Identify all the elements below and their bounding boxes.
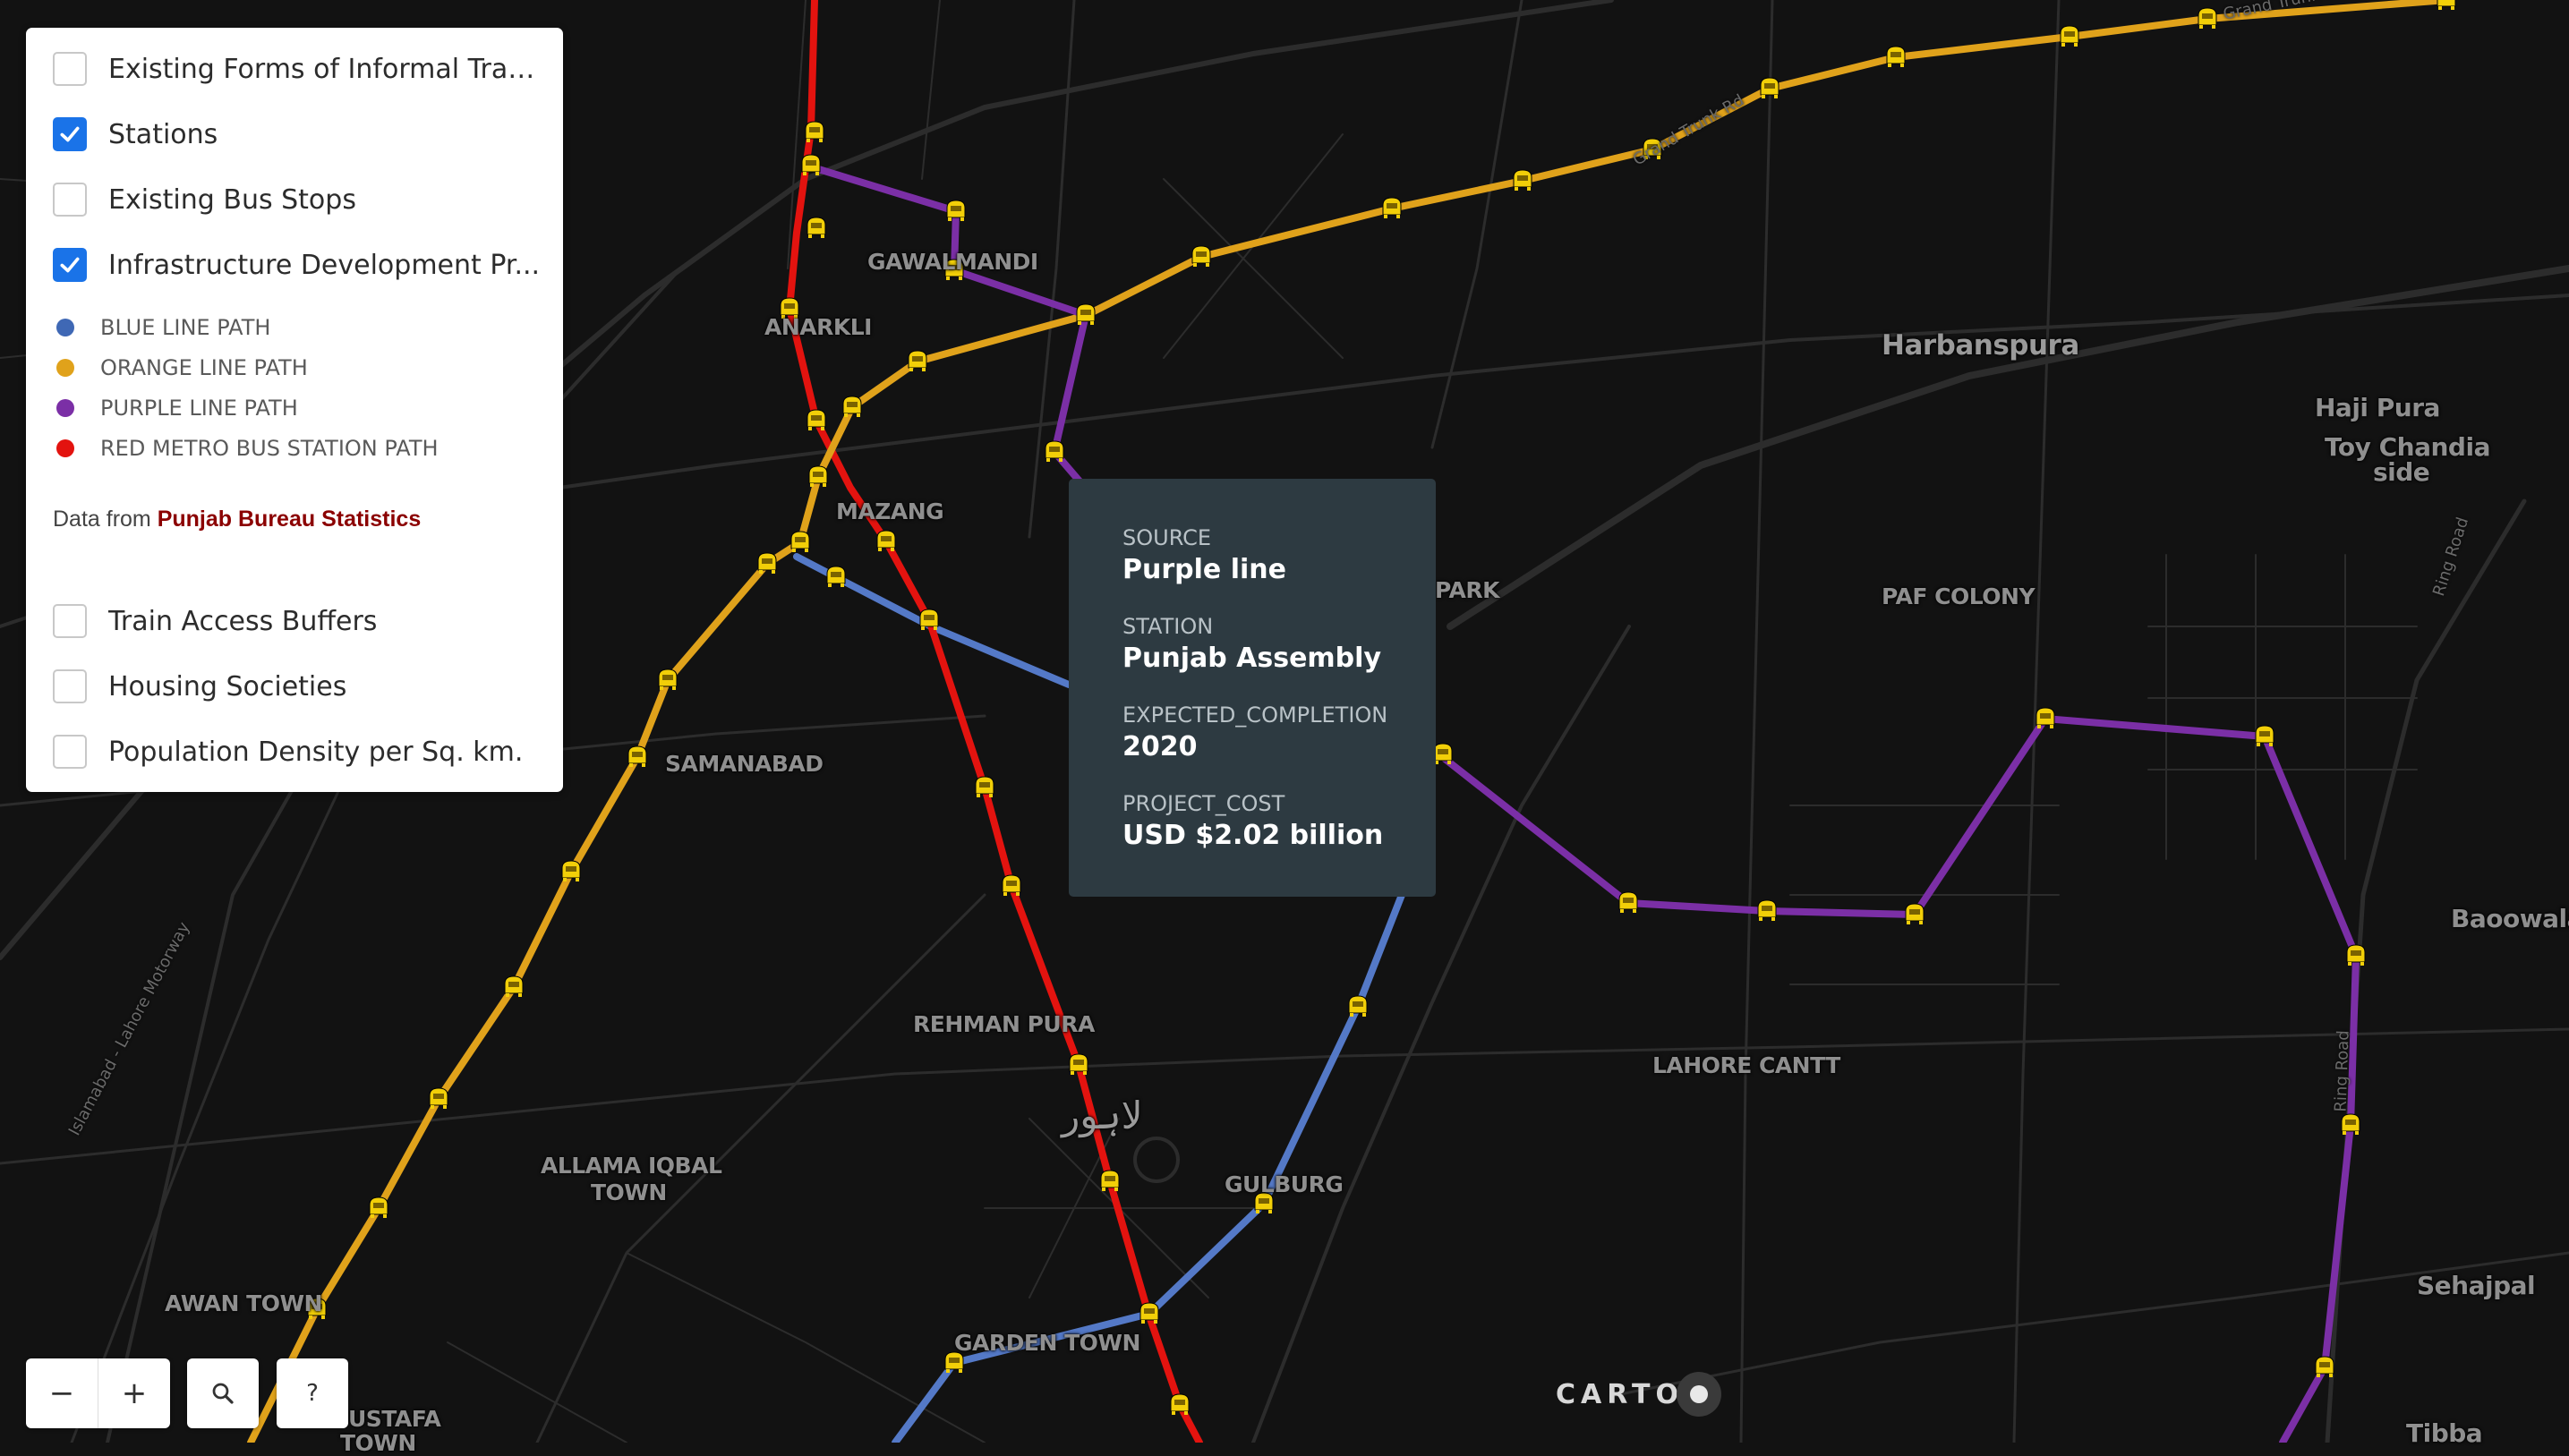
credit-prefix: Data from [53, 507, 151, 532]
layer-toggle-housing-societies[interactable]: Housing Societies [53, 669, 346, 703]
checkbox[interactable] [53, 735, 87, 769]
checkbox[interactable] [53, 604, 87, 638]
search-button[interactable] [187, 1358, 259, 1428]
checkbox[interactable] [53, 52, 87, 86]
place-label-lahore-cantt: LAHORE CANTT [1652, 1052, 1840, 1078]
checkbox-checked[interactable] [53, 248, 87, 282]
zoom-in-button[interactable]: + [98, 1358, 170, 1428]
legend-key-orange-line: ORANGE LINE PATH [56, 355, 308, 380]
checkbox[interactable] [53, 669, 87, 703]
layer-toggle-infrastructure[interactable]: Infrastructure Development Pr... [53, 248, 540, 282]
tooltip-value-cost: USD $2.02 billion [1122, 820, 1384, 851]
place-label-anarkli: ANARKLI [764, 314, 872, 340]
place-label-mustafa: USTAFA [348, 1406, 441, 1432]
layer-toggle-train-access-buffers[interactable]: Train Access Buffers [53, 604, 377, 638]
layer-toggle-informal-transport[interactable]: Existing Forms of Informal Tran... [53, 52, 545, 86]
place-label-paf-colony: PAF COLONY [1882, 583, 2036, 609]
carto-wordmark: CARTO [1556, 1378, 1684, 1410]
place-label-mazang: MAZANG [836, 498, 944, 524]
layer-toggle-stations[interactable]: Stations [53, 117, 218, 151]
place-label-toy-chandia-side: side [2373, 457, 2430, 487]
legend-key-label: ORANGE LINE PATH [100, 355, 308, 380]
tooltip-value-completion: 2020 [1122, 731, 1198, 762]
layer-label: Stations [108, 118, 218, 150]
layer-toggle-bus-stops[interactable]: Existing Bus Stops [53, 183, 356, 217]
legend-key-label: BLUE LINE PATH [100, 315, 271, 340]
carto-logo-icon [1676, 1372, 1721, 1417]
legend-key-purple-line: PURPLE LINE PATH [56, 396, 298, 421]
place-label-baoowala: Baoowala [2451, 904, 2569, 933]
layer-label: Existing Forms of Informal Tran... [108, 53, 545, 85]
layer-toggle-population-density[interactable]: Population Density per Sq. km. [53, 735, 523, 769]
layer-label: Train Access Buffers [108, 605, 378, 637]
legend-dot [56, 319, 74, 336]
layer-label: Population Density per Sq. km. [108, 736, 524, 768]
place-label-harbanspura: Harbanspura [1882, 329, 2079, 362]
place-label-allama-iqbal: ALLAMA IQBAL [541, 1153, 722, 1179]
help-button[interactable]: ? [277, 1358, 348, 1428]
legend-dot [56, 359, 74, 377]
plus-icon: + [121, 1375, 148, 1411]
legend-dot [56, 399, 74, 417]
layer-label: Housing Societies [108, 670, 347, 702]
minus-icon: − [48, 1375, 75, 1411]
legend-key-red-line: RED METRO BUS STATION PATH [56, 436, 439, 461]
place-label-allama-iqbal-town: TOWN [591, 1179, 667, 1205]
legend-dot [56, 439, 74, 457]
tooltip-key-source: SOURCE [1122, 525, 1212, 550]
place-label-lahore-urdu: لاہور [1062, 1094, 1143, 1137]
credit-link[interactable]: Punjab Bureau Statistics [158, 507, 422, 532]
place-label-mustafa-town: TOWN [340, 1430, 416, 1456]
feature-tooltip: SOURCE Purple line STATION Punjab Assemb… [1069, 479, 1436, 897]
place-label-park: PARK [1435, 577, 1500, 603]
search-control [187, 1358, 259, 1428]
help-control: ? [277, 1358, 348, 1428]
legend-key-label: PURPLE LINE PATH [100, 396, 298, 421]
checkbox[interactable] [53, 183, 87, 217]
roundabout [1133, 1137, 1180, 1183]
zoom-controls: − + [26, 1358, 170, 1428]
place-label-gawalmandi: GAWALMANDI [867, 249, 1038, 275]
layer-label: Infrastructure Development Pr... [108, 249, 541, 281]
place-label-awan-town: AWAN TOWN [165, 1290, 322, 1316]
layer-label: Existing Bus Stops [108, 183, 356, 216]
road-label-ring-road-2: Ring Road [2331, 1029, 2353, 1112]
tooltip-value-station: Punjab Assembly [1122, 643, 1381, 674]
tooltip-key-cost: PROJECT_COST [1122, 791, 1285, 816]
purple-line-path [809, 164, 2360, 1443]
tooltip-value-source: Purple line [1122, 554, 1286, 585]
checkmark-icon [60, 126, 80, 142]
place-label-rehman-pura: REHMAN PURA [913, 1011, 1095, 1037]
checkmark-icon [60, 257, 80, 273]
place-label-samanabad: SAMANABAD [665, 751, 824, 777]
place-label-haji-pura: Haji Pura [2315, 393, 2440, 422]
tooltip-key-station: STATION [1122, 614, 1214, 639]
place-label-sehajpal: Sehajpal [2417, 1271, 2536, 1300]
search-icon [212, 1383, 234, 1404]
place-label-garden-town: GARDEN TOWN [954, 1330, 1140, 1356]
place-label-gulburg: GULBURG [1225, 1171, 1344, 1197]
checkbox-checked[interactable] [53, 117, 87, 151]
place-label-tibba: Tibba [2406, 1418, 2483, 1448]
help-icon: ? [306, 1380, 319, 1407]
zoom-out-button[interactable]: − [26, 1358, 98, 1428]
tooltip-key-completion: EXPECTED_COMPLETION [1122, 702, 1388, 728]
layer-legend-panel: Existing Forms of Informal Tran... Stati… [26, 28, 563, 792]
legend-key-blue-line: BLUE LINE PATH [56, 315, 270, 340]
data-credit: Data from Punjab Bureau Statistics [53, 507, 421, 532]
legend-key-label: RED METRO BUS STATION PATH [100, 436, 439, 461]
carto-attribution-logo[interactable]: CARTO [1556, 1367, 1721, 1421]
